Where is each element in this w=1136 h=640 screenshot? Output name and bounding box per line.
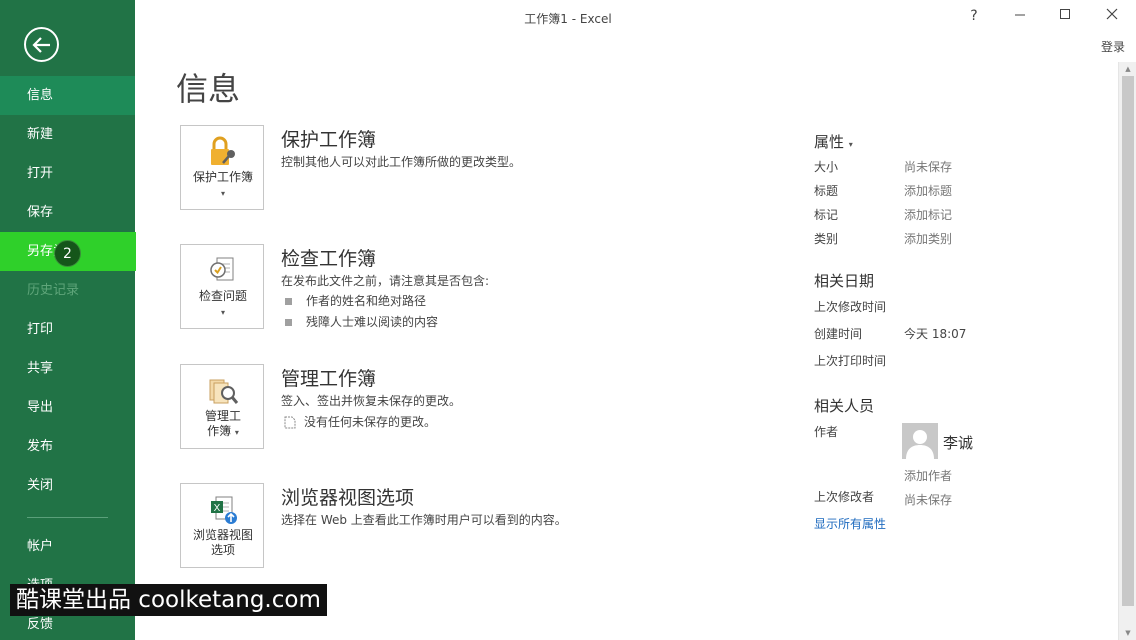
author-label: 作者 bbox=[814, 425, 839, 439]
manage-label-line1: 管理工 bbox=[204, 409, 241, 423]
manage-desc: 签入、签出并恢复未保存的更改。 bbox=[281, 394, 462, 408]
bullet-text: 残障人士难以阅读的内容 bbox=[306, 315, 439, 329]
inspect-desc: 在发布此文件之前，请注意其是否包含: bbox=[281, 274, 490, 288]
nav-item-info[interactable]: 信息 bbox=[0, 76, 135, 115]
protect-button-label: 保护工作簿 bbox=[192, 170, 253, 184]
scroll-up-icon[interactable]: ▲ bbox=[1123, 64, 1133, 74]
properties-heading-text: 属性 bbox=[814, 133, 845, 151]
browser-desc: 选择在 Web 上查看此工作簿时用户可以看到的内容。 bbox=[281, 513, 567, 527]
prop-category-field[interactable]: 添加类别 bbox=[904, 230, 952, 247]
maximize-icon bbox=[1060, 9, 1070, 19]
close-button[interactable] bbox=[1100, 6, 1124, 26]
lock-key-icon bbox=[211, 136, 235, 165]
bullet-icon bbox=[285, 298, 292, 305]
close-icon bbox=[1106, 8, 1118, 20]
inspect-title: 检查工作簿 bbox=[281, 248, 377, 270]
backstage-nav: 信息 新建 打开 保存 另存为 历史记录 打印 共享 导出 发布 关闭 帐户 选… bbox=[0, 0, 136, 640]
vertical-scrollbar[interactable]: ▲ ▼ bbox=[1118, 62, 1136, 640]
manage-workbook-button[interactable]: 管理工 作簿 ▾ bbox=[180, 364, 264, 449]
protect-desc: 控制其他人可以对此工作簿所做的更改类型。 bbox=[281, 155, 522, 169]
nav-item-export[interactable]: 导出 bbox=[0, 388, 135, 427]
chevron-down-icon: ▾ bbox=[220, 308, 225, 317]
bullet-icon bbox=[285, 319, 292, 326]
document-icon bbox=[284, 416, 296, 429]
inspect-document-icon bbox=[210, 257, 234, 281]
nav-item-close[interactable]: 关闭 bbox=[0, 466, 135, 505]
svg-text:X: X bbox=[214, 503, 221, 514]
person-icon bbox=[906, 430, 934, 459]
protect-title: 保护工作簿 bbox=[281, 129, 377, 151]
nav-item-history: 历史记录 bbox=[27, 283, 80, 298]
prop-title-field[interactable]: 添加标题 bbox=[904, 182, 952, 199]
bullet-text: 作者的姓名和绝对路径 bbox=[306, 294, 427, 308]
manage-title: 管理工作簿 bbox=[281, 368, 377, 390]
manage-versions-icon bbox=[209, 379, 239, 404]
help-button[interactable]: ? bbox=[962, 6, 986, 26]
author-name[interactable]: 李诚 bbox=[943, 432, 973, 453]
inspect-bullet: 残障人士难以阅读的内容 bbox=[285, 313, 438, 330]
nav-divider bbox=[27, 517, 108, 518]
date-value: 今天 18:07 bbox=[904, 327, 967, 341]
date-label: 创建时间 bbox=[814, 327, 863, 341]
nav-item-account[interactable]: 帐户 bbox=[0, 527, 135, 566]
browser-view-options-button[interactable]: X 浏览器视图 选项 bbox=[180, 483, 264, 568]
prop-label: 类别 bbox=[814, 232, 839, 246]
date-label: 上次打印时间 bbox=[814, 354, 887, 368]
nav-item-save[interactable]: 保存 bbox=[0, 193, 135, 232]
nav-item-share[interactable]: 共享 bbox=[0, 349, 135, 388]
last-modified-by-label: 上次修改者 bbox=[814, 490, 875, 504]
browser-label-line2: 选项 bbox=[210, 543, 235, 557]
prop-label: 标记 bbox=[814, 208, 839, 222]
nav-item-new[interactable]: 新建 bbox=[0, 115, 135, 154]
maximize-button[interactable] bbox=[1053, 6, 1077, 26]
manage-note: 没有任何未保存的更改。 bbox=[284, 413, 436, 430]
properties-heading[interactable]: 属性 ▾ bbox=[814, 131, 853, 152]
inspect-bullet: 作者的姓名和绝对路径 bbox=[285, 292, 426, 309]
related-dates-heading: 相关日期 bbox=[814, 272, 875, 290]
browser-title: 浏览器视图选项 bbox=[281, 487, 415, 509]
nav-item-print[interactable]: 打印 bbox=[0, 310, 135, 349]
prop-tags-field[interactable]: 添加标记 bbox=[904, 206, 952, 223]
watermark: 酷课堂出品 coolketang.com bbox=[10, 584, 327, 616]
check-issues-label: 检查问题 bbox=[198, 289, 247, 303]
chevron-down-icon: ▾ bbox=[220, 189, 225, 198]
signin-link[interactable]: 登录 bbox=[1101, 38, 1125, 55]
date-label: 上次修改时间 bbox=[814, 300, 887, 314]
scroll-down-icon[interactable]: ▼ bbox=[1123, 628, 1133, 638]
back-arrow-icon[interactable] bbox=[24, 27, 59, 62]
check-issues-button[interactable]: 检查问题 ▾ bbox=[180, 244, 264, 329]
related-people-heading: 相关人员 bbox=[814, 397, 875, 415]
manage-label-line2: 作簿 bbox=[207, 424, 232, 438]
prop-value: 尚未保存 bbox=[904, 160, 953, 174]
browser-label-line1: 浏览器视图 bbox=[192, 528, 253, 542]
step-badge: 2 bbox=[54, 240, 81, 267]
chevron-down-icon: ▾ bbox=[234, 428, 239, 437]
prop-label: 标题 bbox=[814, 184, 839, 198]
last-modified-by-value: 尚未保存 bbox=[904, 493, 953, 507]
scroll-thumb[interactable] bbox=[1122, 76, 1134, 606]
minimize-icon bbox=[1015, 14, 1025, 16]
prop-label: 大小 bbox=[814, 160, 839, 174]
page-title: 信息 bbox=[176, 70, 241, 108]
add-author-field[interactable]: 添加作者 bbox=[904, 467, 952, 484]
nav-item-publish[interactable]: 发布 bbox=[0, 427, 135, 466]
chevron-down-icon: ▾ bbox=[848, 140, 853, 149]
minimize-button[interactable] bbox=[1008, 6, 1032, 26]
protect-workbook-button[interactable]: 保护工作簿 ▾ bbox=[180, 125, 264, 210]
excel-web-icon: X bbox=[211, 496, 237, 524]
avatar bbox=[902, 423, 938, 459]
manage-note-text: 没有任何未保存的更改。 bbox=[304, 415, 437, 429]
nav-item-open[interactable]: 打开 bbox=[0, 154, 135, 193]
show-all-properties-link[interactable]: 显示所有属性 bbox=[814, 515, 886, 532]
